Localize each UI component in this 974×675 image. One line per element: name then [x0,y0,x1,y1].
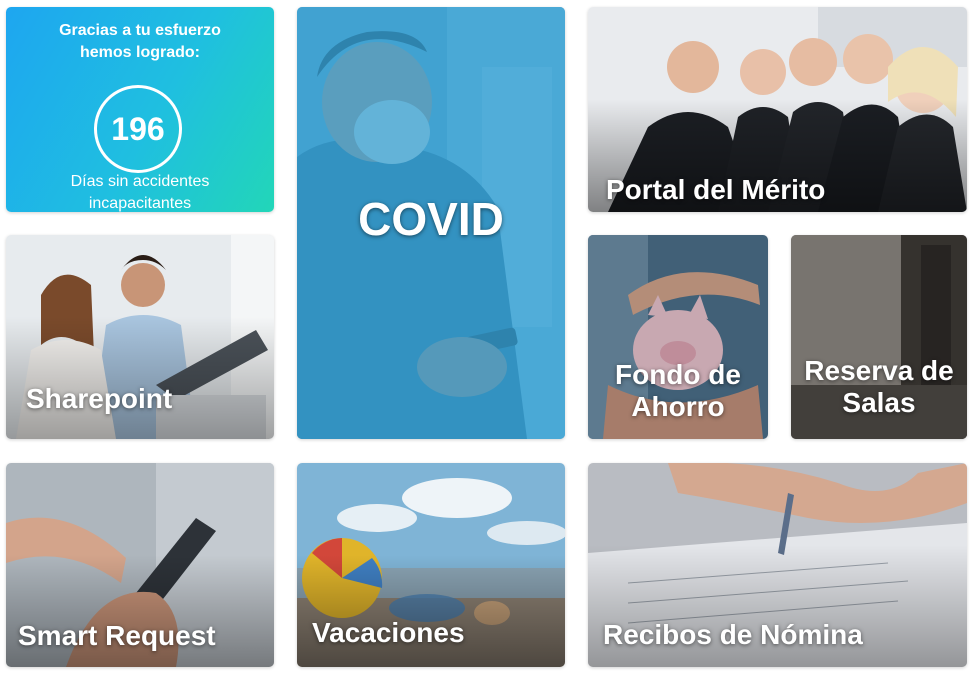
covid-tile-label: COVID [358,193,504,245]
counter-caption: Días sin accidentes incapacitantes [6,171,274,212]
accident-counter-card: Gracias a tu esfuerzo hemos logrado: 196… [6,7,274,212]
fondo-ahorro-label-line1: Fondo de [615,359,741,390]
days-counter-circle: 196 [94,85,182,173]
reserva-salas-label-line1: Reserva de [804,355,954,386]
vacaciones-label: Vacaciones [312,617,465,648]
covid-tile[interactable]: COVID [297,7,565,439]
counter-heading: Gracias a tu esfuerzo hemos logrado: [6,20,274,64]
portal-merito-label: Portal del Mérito [606,174,826,205]
sharepoint-label: Sharepoint [26,383,173,414]
counter-heading-line2: hemos logrado: [79,44,200,61]
sharepoint-tile[interactable]: Sharepoint [6,235,274,439]
fondo-ahorro-tile[interactable]: Fondo de Ahorro [588,235,768,439]
fondo-ahorro-label-line2: Ahorro [631,391,725,423]
recibos-nomina-label: Recibos de Nómina [603,619,863,650]
counter-caption-line1: Días sin accidentes [70,173,210,190]
smart-request-label: Smart Request [18,620,216,651]
fondo-ahorro-label: Fondo de Ahorro [588,359,768,423]
reserva-salas-tile[interactable]: Reserva de Salas [791,235,967,439]
vacaciones-tile[interactable]: Vacaciones [297,463,565,667]
reserva-salas-label: Reserva de Salas [791,355,967,419]
days-count: 196 [111,110,165,147]
recibos-nomina-tile[interactable]: Recibos de Nómina [588,463,967,667]
counter-caption-line2: incapacitantes [88,195,192,212]
smart-request-tile[interactable]: Smart Request [6,463,274,667]
portal-merito-tile[interactable]: Portal del Mérito [588,7,967,212]
counter-heading-line1: Gracias a tu esfuerzo [59,22,221,39]
reserva-salas-label-line2: Salas [842,387,916,419]
